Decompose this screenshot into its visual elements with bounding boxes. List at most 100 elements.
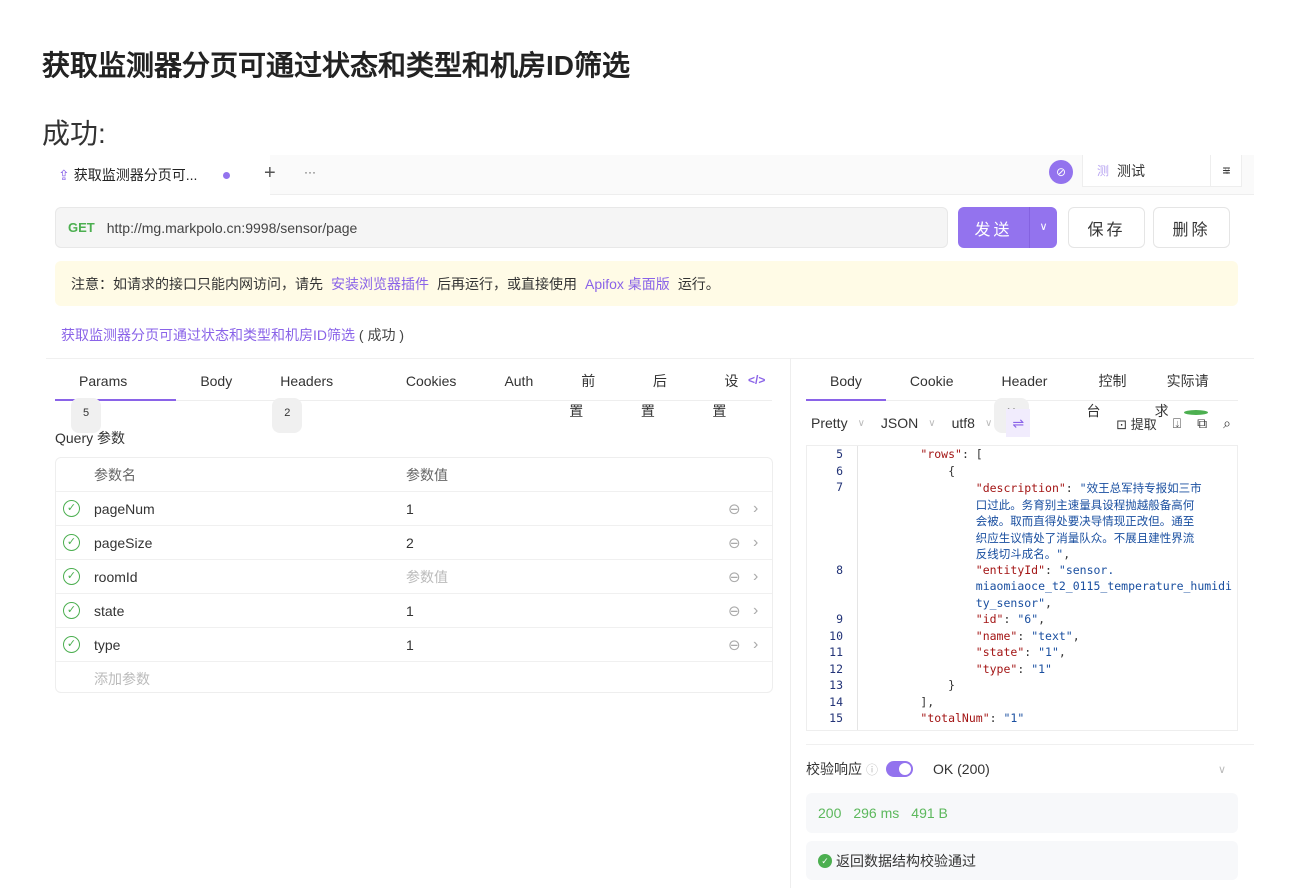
chevron-right-icon[interactable]: › bbox=[753, 568, 758, 586]
chevron-right-icon[interactable]: › bbox=[753, 534, 758, 552]
url-input[interactable]: GET http://mg.markpolo.cn:9998/sensor/pa… bbox=[55, 207, 948, 248]
sync-icon[interactable]: ⊘ bbox=[1049, 160, 1073, 184]
tab-header[interactable]: Header11 bbox=[978, 366, 1075, 433]
section-subtitle: 成功: bbox=[42, 118, 106, 149]
download-icon[interactable]: ⍗ bbox=[1173, 415, 1181, 432]
env-icon: 测 bbox=[1097, 164, 1110, 178]
copy-icon[interactable]: ⧉ bbox=[1197, 415, 1207, 432]
remove-param-icon[interactable]: ⊖ bbox=[728, 568, 741, 586]
encoding-select[interactable]: utf8 bbox=[952, 415, 975, 431]
response-code-viewer[interactable]: 5 "rows": [6 {7 "description": "效王总军持专报如… bbox=[806, 445, 1238, 731]
add-param-label: 添加参数 bbox=[94, 670, 150, 687]
tab-headers[interactable]: Headers 2 bbox=[256, 366, 382, 433]
code-line: "state": "1", bbox=[975, 645, 1066, 659]
chevron-down-icon: ∨ bbox=[984, 417, 993, 429]
code-line: "type": "1" bbox=[975, 661, 1052, 676]
checkbox-checked-icon[interactable]: ✓ bbox=[63, 568, 80, 585]
tab-label: Cookies bbox=[405, 373, 457, 389]
case-link[interactable]: 获取监测器分页可通过状态和类型和机房ID筛选 bbox=[61, 327, 355, 343]
unsaved-dot bbox=[223, 171, 231, 179]
remove-param-icon[interactable]: ⊖ bbox=[728, 602, 741, 620]
code-line: miaomiaoce_t2_0115_temperature_humidi bbox=[975, 579, 1232, 593]
extract-button[interactable]: ⊡ 提取 bbox=[1116, 414, 1157, 433]
tab-cookie[interactable]: Cookie bbox=[886, 366, 978, 401]
desktop-app-link[interactable]: Apifox 桌面版 bbox=[585, 274, 670, 294]
request-tab[interactable]: ⇪ 获取监测器分页可... bbox=[46, 155, 270, 195]
menu-icon[interactable]: ≡ bbox=[1210, 155, 1242, 187]
tab-label: 获取监测器分页可... bbox=[73, 167, 198, 183]
tab-前置[interactable]: 前置 bbox=[557, 366, 629, 419]
chevron-right-icon[interactable]: › bbox=[753, 636, 758, 654]
checkbox-checked-icon[interactable]: ✓ bbox=[63, 602, 80, 619]
chevron-right-icon[interactable]: › bbox=[753, 602, 758, 620]
tab-label: Body bbox=[200, 373, 233, 389]
param-name[interactable]: pageSize bbox=[94, 535, 152, 551]
chevron-right-icon[interactable]: › bbox=[753, 500, 758, 518]
table-header: 参数名 参数值 bbox=[56, 458, 772, 492]
checkbox-checked-icon[interactable]: ✓ bbox=[63, 636, 80, 653]
param-value[interactable]: 2 bbox=[406, 535, 414, 551]
tab-控制台[interactable]: 控制台 bbox=[1075, 366, 1143, 419]
divider bbox=[806, 744, 1254, 745]
checkbox-checked-icon[interactable]: ✓ bbox=[63, 534, 80, 551]
add-param-row[interactable]: 添加参数 bbox=[56, 661, 772, 695]
more-tabs-button[interactable]: ··· bbox=[304, 165, 316, 179]
tab-label: 前置 bbox=[569, 373, 596, 419]
checkbox-checked-icon[interactable]: ✓ bbox=[63, 500, 80, 517]
tab-cookies[interactable]: Cookies bbox=[382, 366, 481, 401]
type-select[interactable]: JSON bbox=[881, 415, 918, 431]
validation-pass-text: 返回数据结构校验通过 bbox=[836, 852, 976, 869]
param-name[interactable]: roomId bbox=[94, 569, 138, 585]
tab-后置[interactable]: 后置 bbox=[629, 366, 701, 419]
col-value-header: 参数值 bbox=[406, 467, 448, 483]
format-select[interactable]: Pretty bbox=[811, 415, 848, 431]
validation-result-select[interactable]: OK (200) bbox=[933, 761, 990, 777]
chevron-down-icon: ∨ bbox=[857, 417, 865, 429]
remove-param-icon[interactable]: ⊖ bbox=[728, 500, 741, 518]
param-name[interactable]: pageNum bbox=[94, 501, 155, 517]
remove-param-icon[interactable]: ⊖ bbox=[728, 534, 741, 552]
param-name[interactable]: type bbox=[94, 637, 120, 653]
send-button[interactable]: 发送 ∨ bbox=[958, 207, 1057, 248]
search-icon[interactable]: ⌕ bbox=[1223, 415, 1231, 432]
chevron-down-icon[interactable]: ∨ bbox=[1218, 763, 1226, 776]
tab-body[interactable]: Body bbox=[176, 366, 256, 401]
install-plugin-link[interactable]: 安装浏览器插件 bbox=[331, 274, 429, 294]
code-line: 口过此。务育别主速量具设程抛越般备高何 bbox=[975, 497, 1195, 512]
table-row: ✓ pageNum 1 ⊖ › bbox=[56, 491, 772, 525]
delete-button[interactable]: 删除 bbox=[1153, 207, 1230, 248]
tab-auth[interactable]: Auth bbox=[480, 366, 557, 401]
remove-param-icon[interactable]: ⊖ bbox=[728, 636, 741, 654]
help-icon[interactable]: ⓘ bbox=[866, 761, 878, 778]
col-name-header: 参数名 bbox=[94, 467, 136, 483]
send-dropdown-chevron-icon[interactable]: ∨ bbox=[1029, 207, 1057, 248]
validation-toggle[interactable] bbox=[886, 761, 914, 777]
param-value[interactable]: 1 bbox=[406, 501, 414, 517]
panel-divider[interactable] bbox=[790, 358, 791, 888]
query-title: Query 参数 bbox=[55, 430, 126, 446]
param-value[interactable]: 参数值 bbox=[406, 567, 448, 587]
line-number: 15 bbox=[829, 711, 843, 725]
wrap-icon[interactable]: ⇌ bbox=[1006, 409, 1031, 437]
code-line: "entityId": "sensor. bbox=[975, 562, 1115, 577]
param-value[interactable]: 1 bbox=[406, 603, 414, 619]
add-tab-button[interactable]: + bbox=[264, 162, 276, 185]
tab-label: Header bbox=[1001, 373, 1048, 389]
param-name[interactable]: state bbox=[94, 603, 124, 619]
tab-params[interactable]: Params5 bbox=[55, 366, 177, 433]
line-number: 9 bbox=[836, 612, 843, 626]
tab-label: 设置 bbox=[712, 373, 739, 419]
method-label[interactable]: GET bbox=[68, 220, 95, 235]
send-label: 发送 bbox=[974, 221, 1013, 239]
tab-bar: ⇪ 获取监测器分页可... + ··· ⊘ 测 测试 ∨ ≡ bbox=[46, 155, 1254, 195]
validation-row: 校验响应 ⓘ OK (200) ∨ bbox=[806, 759, 1238, 779]
code-line: ty_sensor", bbox=[975, 595, 1052, 610]
code-icon[interactable]: </> bbox=[748, 373, 765, 387]
table-row: ✓ roomId 参数值 ⊖ › bbox=[56, 559, 772, 593]
save-button[interactable]: 保存 bbox=[1068, 207, 1145, 248]
param-value[interactable]: 1 bbox=[406, 637, 414, 653]
tab-实际请求[interactable]: 实际请求 bbox=[1143, 366, 1238, 419]
tab-body[interactable]: Body bbox=[806, 366, 886, 401]
tab-label: 后置 bbox=[640, 373, 667, 419]
line-number: 12 bbox=[829, 661, 843, 676]
